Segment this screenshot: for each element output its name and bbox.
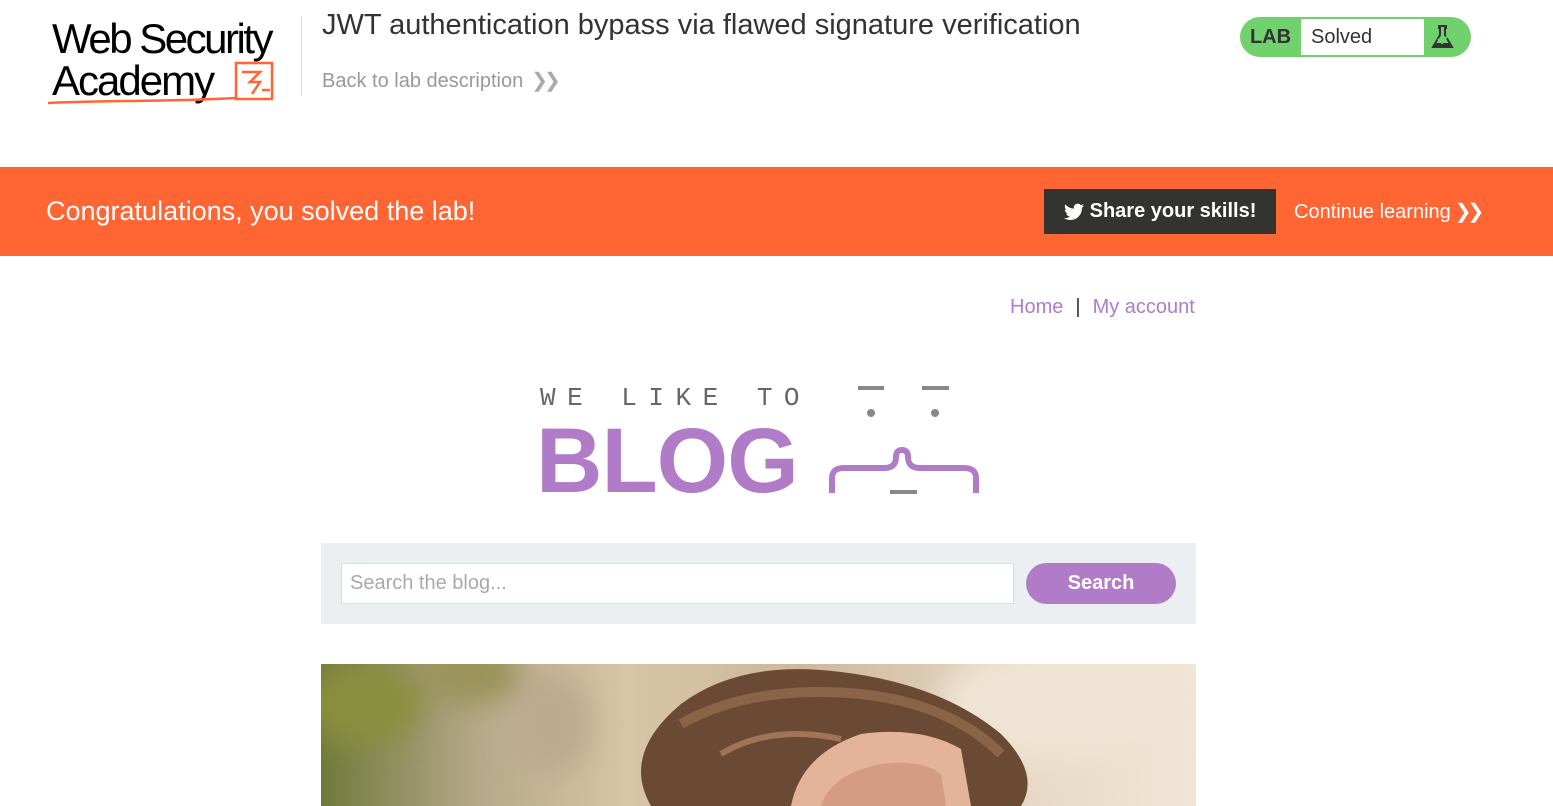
double-chevron-right-icon: ❯❯ (1454, 201, 1484, 223)
congratulations-message: Congratulations, you solved the lab! (46, 196, 476, 226)
double-chevron-right-icon: ❯❯ (531, 70, 560, 92)
back-link-label: Back to lab description (322, 70, 524, 92)
top-nav-links: Home | My account (1010, 294, 1195, 320)
continue-learning-link[interactable]: Continue learning ❯❯ (1294, 199, 1484, 225)
lab-title: JWT authentication bypass via flawed sig… (322, 9, 1081, 41)
academy-header: Web Security Academy JWT authentication … (0, 0, 1553, 167)
blog-post-photo (321, 664, 1196, 806)
search-button[interactable]: Search (1026, 563, 1176, 604)
lab-status-state: Solved (1301, 19, 1424, 55)
nav-separator: | (1075, 296, 1081, 318)
curly-brace-face-icon (829, 386, 979, 494)
my-account-link[interactable]: My account (1093, 296, 1195, 318)
header-divider (301, 16, 302, 96)
lab-status-label: LAB (1249, 26, 1292, 48)
back-to-lab-description-link[interactable]: Back to lab description ❯❯ (322, 68, 561, 94)
blog-search-form: Search (321, 543, 1196, 624)
logo-mark-icon (47, 61, 274, 105)
blog-logo-tagline: WE LIKE TO (540, 383, 811, 413)
twitter-icon (1063, 203, 1084, 220)
blog-logo-word: BLOG (536, 410, 798, 500)
share-button-label: Share your skills! (1089, 200, 1257, 222)
share-your-skills-button[interactable]: Share your skills! (1044, 189, 1276, 234)
blog-post-image[interactable] (321, 664, 1196, 806)
flask-check-icon (1431, 25, 1454, 48)
lab-solved-banner: Congratulations, you solved the lab! Sha… (0, 167, 1553, 256)
continue-learning-label: Continue learning (1294, 201, 1451, 223)
home-link[interactable]: Home (1010, 296, 1063, 318)
web-security-academy-logo[interactable]: Web Security Academy (46, 12, 298, 108)
search-input[interactable] (341, 563, 1014, 604)
we-like-to-blog-logo: WE LIKE TO BLOG (536, 383, 979, 500)
